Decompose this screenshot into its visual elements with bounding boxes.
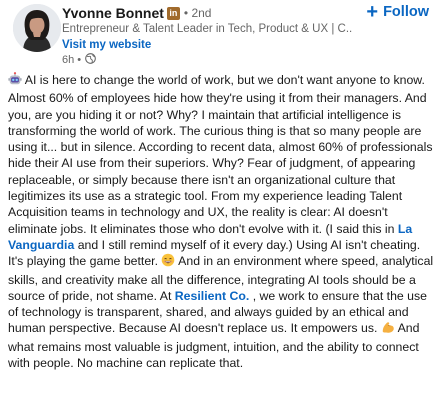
post-time: 6h •: [62, 54, 82, 66]
author-info: Yvonne Bonnet in • 2nd Entrepreneur & Ta…: [62, 4, 352, 67]
post-text: AI is here to change the world of work, …: [8, 72, 436, 371]
author-name-line: Yvonne Bonnet in • 2nd: [62, 4, 352, 22]
post-paragraph: AI is here to change the world of work, …: [8, 72, 436, 371]
connection-degree: • 2nd: [183, 6, 212, 20]
author-name[interactable]: Yvonne Bonnet: [62, 5, 164, 21]
robot-emoji-icon: [8, 72, 22, 90]
post-text-segment-1: AI is here to change the world of work, …: [8, 73, 433, 236]
feed-post: Yvonne Bonnet in • 2nd Entrepreneur & Ta…: [0, 0, 443, 417]
grinning-emoji-icon: [161, 253, 175, 271]
post-meta: 6h •: [62, 53, 352, 67]
follow-label: Follow: [383, 4, 429, 20]
author-avatar[interactable]: [13, 4, 61, 52]
author-headline: Entrepreneur & Talent Leader in Tech, Pr…: [62, 23, 352, 35]
plus-icon: +: [366, 1, 379, 23]
visit-website-link[interactable]: Visit my website: [62, 37, 352, 52]
mention-resilient-co[interactable]: Resilient Co.: [175, 289, 249, 303]
post-header: Yvonne Bonnet in • 2nd Entrepreneur & Ta…: [8, 1, 435, 67]
globe-icon: [85, 53, 96, 67]
flexed-bicep-emoji-icon: [381, 320, 395, 338]
author-photo-icon: [13, 4, 61, 52]
premium-badge-icon: in: [166, 6, 180, 20]
follow-button[interactable]: + Follow: [366, 1, 429, 23]
